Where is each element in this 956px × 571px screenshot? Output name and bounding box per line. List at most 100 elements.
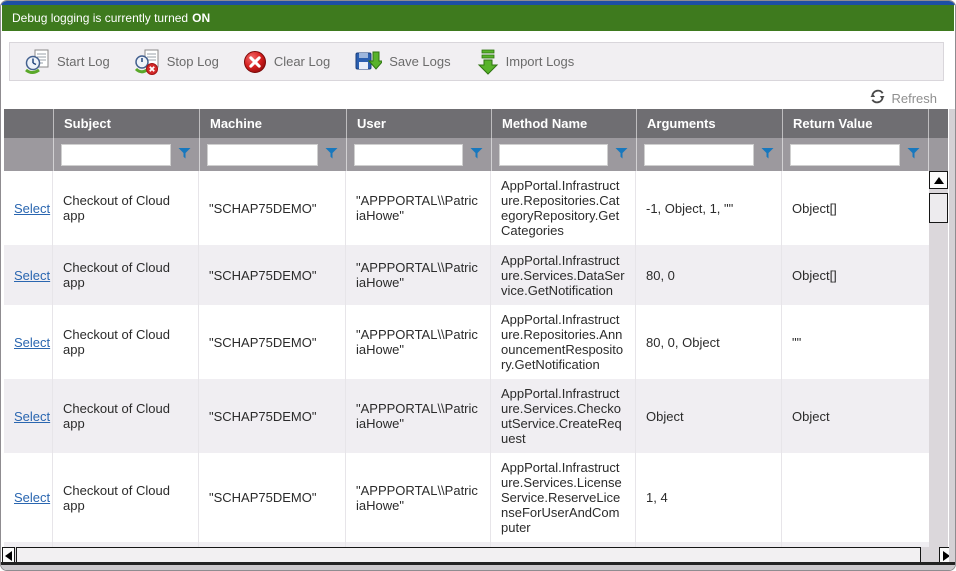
header-select bbox=[4, 109, 53, 138]
arguments-cell: 1, 4 bbox=[636, 453, 782, 542]
up-arrow-icon bbox=[934, 177, 944, 184]
subject-cell: Checkout of Cloud app bbox=[53, 245, 199, 305]
method-name-cell: AppPortal.Infrastructure.Services.Checko… bbox=[491, 379, 636, 453]
window-right-frame bbox=[949, 109, 955, 562]
user-cell: "APPPORTAL\\PatriciaHowe" bbox=[346, 305, 491, 379]
return-value-cell: Object bbox=[782, 379, 928, 453]
user-cell: "APPPORTAL\\PatriciaHowe" bbox=[346, 171, 491, 245]
table-row: Select Checkout of Cloud app "SCHAP75DEM… bbox=[4, 305, 929, 379]
filter-cell-subject bbox=[53, 138, 199, 171]
status-banner: Debug logging is currently turned ON bbox=[2, 5, 954, 31]
user-cell: "APPPORTAL\\PatriciaHowe" bbox=[346, 245, 491, 305]
arguments-cell: 80, 0 bbox=[636, 245, 782, 305]
log-toolbar: Start Log Stop Log bbox=[9, 42, 944, 81]
method-name-cell: AppPortal.Infrastructure.Repositories.Ca… bbox=[491, 171, 636, 245]
save-logs-label: Save Logs bbox=[389, 54, 450, 69]
filter-cell-method-name bbox=[491, 138, 636, 171]
import-logs-label: Import Logs bbox=[506, 54, 575, 69]
subject-cell: Checkout of Cloud app bbox=[53, 453, 199, 542]
filter-funnel-icon[interactable] bbox=[470, 146, 483, 164]
left-arrow-icon bbox=[5, 551, 12, 561]
user-cell: "APPPORTAL\\PatriciaHowe" bbox=[346, 379, 491, 453]
return-value-cell: Object[] bbox=[782, 245, 928, 305]
filter-cell-user bbox=[346, 138, 491, 171]
method-name-cell: AppPortal.Infrastructure.Repositories.An… bbox=[491, 305, 636, 379]
filter-funnel-icon[interactable] bbox=[178, 146, 191, 164]
select-link[interactable]: Select bbox=[14, 201, 50, 216]
header-arguments: Arguments bbox=[636, 109, 782, 138]
start-log-label: Start Log bbox=[57, 54, 110, 69]
refresh-icon bbox=[870, 89, 885, 107]
save-logs-button[interactable]: Save Logs bbox=[346, 45, 466, 79]
arguments-cell: Object bbox=[636, 379, 782, 453]
filter-input-method-name[interactable] bbox=[499, 144, 608, 166]
select-cell: Select bbox=[4, 245, 53, 305]
table-row: Select Checkout of Cloud app "SCHAP75DEM… bbox=[4, 453, 929, 542]
header-method-name: Method Name bbox=[491, 109, 636, 138]
vertical-scrollbar[interactable] bbox=[929, 171, 948, 547]
log-grid: Subject Machine User Method Name Argumen… bbox=[4, 109, 948, 547]
select-link[interactable]: Select bbox=[14, 490, 50, 505]
filter-funnel-icon[interactable] bbox=[615, 146, 628, 164]
stop-log-icon bbox=[134, 49, 160, 75]
banner-status: ON bbox=[192, 11, 210, 25]
select-cell: Select bbox=[4, 305, 53, 379]
arguments-cell: 80, 0, Object bbox=[636, 305, 782, 379]
machine-cell: "SCHAP75DEMO" bbox=[199, 453, 346, 542]
select-link[interactable]: Select bbox=[14, 409, 50, 424]
clear-log-label: Clear Log bbox=[274, 54, 330, 69]
stop-log-label: Stop Log bbox=[167, 54, 219, 69]
filter-cell-return-value bbox=[782, 138, 928, 171]
table-row: Select Checkout of Cloud app "SCHAP75DEM… bbox=[4, 379, 929, 453]
select-link[interactable]: Select bbox=[14, 335, 50, 350]
return-value-cell bbox=[782, 453, 928, 542]
header-filler bbox=[928, 109, 948, 138]
method-name-cell: AppPortal.Infrastructure.Services.DataSe… bbox=[491, 245, 636, 305]
refresh-label: Refresh bbox=[891, 91, 937, 106]
start-log-button[interactable]: Start Log bbox=[16, 45, 126, 79]
filter-funnel-icon[interactable] bbox=[761, 146, 774, 164]
user-cell: "APPPORTAL\\PatriciaHowe" bbox=[346, 453, 491, 542]
clear-log-button[interactable]: Clear Log bbox=[235, 46, 346, 78]
select-cell: Select bbox=[4, 171, 53, 245]
grid-filter-row bbox=[4, 138, 948, 171]
machine-cell: "SCHAP75DEMO" bbox=[199, 379, 346, 453]
start-log-icon bbox=[24, 49, 50, 75]
filter-input-arguments[interactable] bbox=[644, 144, 754, 166]
import-logs-button[interactable]: Import Logs bbox=[467, 45, 591, 79]
import-logs-icon bbox=[475, 49, 499, 75]
filter-filler bbox=[928, 138, 948, 171]
filter-funnel-icon[interactable] bbox=[907, 146, 920, 164]
filter-input-subject[interactable] bbox=[61, 144, 171, 166]
filter-cell-empty bbox=[4, 138, 53, 171]
filter-input-return-value[interactable] bbox=[790, 144, 900, 166]
return-value-cell: Object[] bbox=[782, 171, 928, 245]
filter-funnel-icon[interactable] bbox=[325, 146, 338, 164]
table-row: Select Checkout of Cloud app "SCHAP75DEM… bbox=[4, 171, 929, 245]
return-value-cell: "" bbox=[782, 305, 928, 379]
grid-body: Select Checkout of Cloud app "SCHAP75DEM… bbox=[4, 171, 948, 547]
save-logs-icon bbox=[354, 49, 382, 75]
arguments-cell: -1, Object, 1, "" bbox=[636, 171, 782, 245]
select-link[interactable]: Select bbox=[14, 268, 50, 283]
machine-cell: "SCHAP75DEMO" bbox=[199, 245, 346, 305]
table-row: Select Checkout of Cloud app "SCHAP75DEM… bbox=[4, 245, 929, 305]
table-body: Select Checkout of Cloud app "SCHAP75DEM… bbox=[4, 171, 929, 547]
clear-log-icon bbox=[243, 50, 267, 74]
header-machine: Machine bbox=[199, 109, 346, 138]
filter-cell-machine bbox=[199, 138, 346, 171]
scroll-up-button[interactable] bbox=[929, 171, 948, 189]
filter-input-user[interactable] bbox=[354, 144, 463, 166]
machine-cell: "SCHAP75DEMO" bbox=[199, 305, 346, 379]
select-cell: Select bbox=[4, 379, 53, 453]
refresh-button[interactable]: Refresh bbox=[870, 89, 937, 107]
banner-text: Debug logging is currently turned bbox=[12, 11, 188, 25]
filter-cell-arguments bbox=[636, 138, 782, 171]
filter-input-machine[interactable] bbox=[207, 144, 318, 166]
grid-header-row: Subject Machine User Method Name Argumen… bbox=[4, 109, 948, 138]
stop-log-button[interactable]: Stop Log bbox=[126, 45, 235, 79]
subject-cell: Checkout of Cloud app bbox=[53, 305, 199, 379]
vertical-scroll-thumb[interactable] bbox=[929, 193, 948, 223]
header-subject: Subject bbox=[53, 109, 199, 138]
machine-cell: "SCHAP75DEMO" bbox=[199, 171, 346, 245]
